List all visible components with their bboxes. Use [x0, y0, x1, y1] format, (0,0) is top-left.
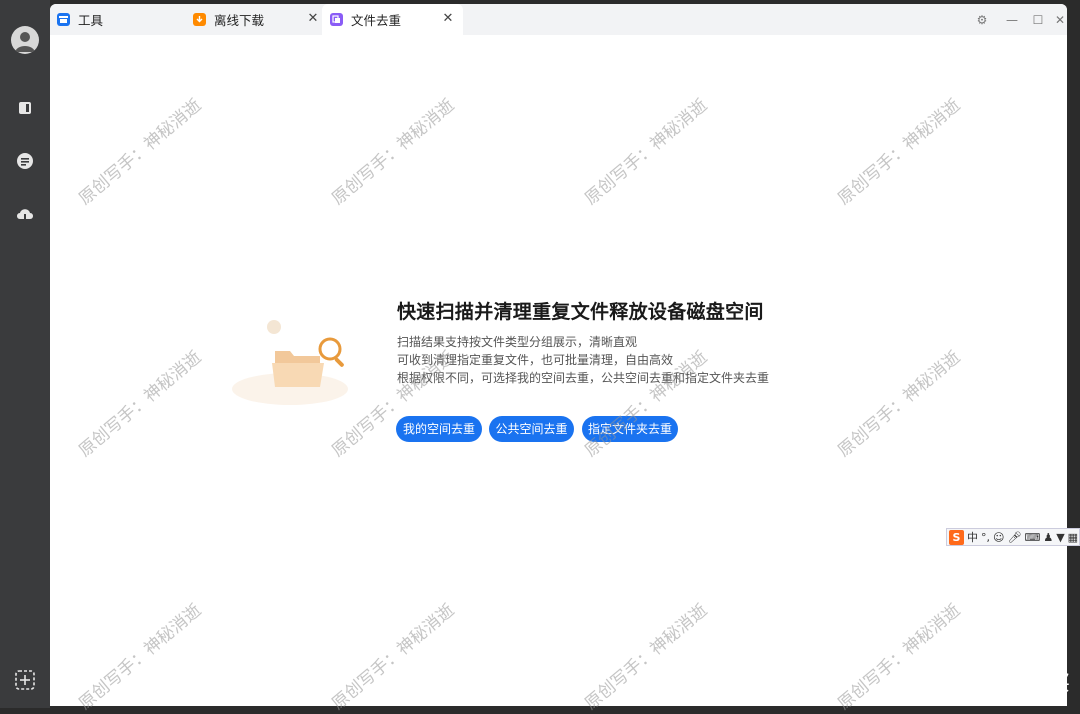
minimize-button[interactable]: — [1004, 12, 1020, 28]
close-window-button[interactable]: ✕ [1052, 12, 1067, 28]
cloud-icon [17, 209, 33, 221]
logo-mark-icon: 值 [933, 669, 959, 695]
tab-tools[interactable]: 工具 [50, 4, 192, 35]
tab-label: 文件去重 [351, 13, 402, 28]
description-line: 扫描结果支持按文件类型分组展示，清晰直观 [397, 335, 638, 349]
sidebar-item-files[interactable] [13, 96, 37, 120]
app-window: 工具 离线下载 ✕ 文件去重 ✕ ⚙ — ☐ ✕ 快速扫描并清理重复文件释放设备… [50, 4, 1067, 706]
emoji-icon[interactable]: ☺ [993, 531, 1004, 544]
sidebar [0, 0, 50, 708]
maximize-button[interactable]: ☐ [1030, 12, 1046, 28]
description-line: 根据权限不同，可选择我的空间去重，公共空间去重和指定文件夹去重 [397, 371, 770, 385]
settings-icon[interactable]: ⚙ [974, 12, 990, 28]
sogou-logo-icon: S [949, 529, 964, 545]
ime-toolbar[interactable]: S 中 °, ☺ 🎤︎ ⌨ ♟ ▼ ▦ [946, 528, 1080, 546]
store-icon [57, 13, 70, 26]
site-logo: 值 什么值得买 [933, 667, 1070, 697]
user-icon [15, 32, 35, 52]
description-line: 可收到清理指定重复文件，也可批量清理，自由高效 [397, 353, 674, 367]
public-space-dedupe-button[interactable]: 公共空间去重 [489, 416, 574, 442]
sidebar-item-cloud[interactable] [13, 202, 37, 226]
punctuation-icon[interactable]: °, [981, 531, 990, 544]
tab-bar: 工具 离线下载 ✕ 文件去重 ✕ ⚙ — ☐ ✕ [50, 4, 1067, 35]
folder-search-illustration [228, 307, 358, 417]
dedupe-icon [330, 13, 343, 26]
folder-dedupe-button[interactable]: 指定文件夹去重 [582, 416, 678, 442]
keyboard-icon[interactable]: ⌨ [1024, 531, 1040, 544]
shirt-icon[interactable]: ▼ [1056, 531, 1064, 544]
close-icon[interactable]: ✕ [306, 12, 320, 26]
my-space-dedupe-button[interactable]: 我的空间去重 [396, 416, 482, 442]
close-icon[interactable]: ✕ [441, 12, 455, 26]
download-icon [193, 13, 206, 26]
page-title: 快速扫描并清理重复文件释放设备磁盘空间 [397, 301, 764, 323]
add-button[interactable] [13, 668, 37, 692]
tab-label: 离线下载 [214, 13, 265, 28]
grid-icon[interactable]: ▦ [1068, 531, 1078, 544]
sidebar-item-messages[interactable] [13, 149, 37, 173]
logo-text: 什么值得买 [965, 671, 1070, 695]
microphone-icon[interactable]: 🎤︎ [1007, 531, 1021, 544]
tab-label: 工具 [78, 13, 104, 28]
tab-file-dedupe[interactable]: 文件去重 ✕ [322, 4, 463, 35]
chat-icon [17, 153, 33, 169]
main-content: 快速扫描并清理重复文件释放设备磁盘空间 扫描结果支持按文件类型分组展示，清晰直观… [50, 35, 1067, 706]
avatar[interactable] [11, 26, 39, 54]
tab-offline-download[interactable]: 离线下载 ✕ [186, 4, 328, 35]
skin-icon[interactable]: ♟ [1043, 531, 1053, 544]
book-icon [19, 102, 31, 114]
ime-language[interactable]: 中 [967, 529, 978, 545]
plus-square-icon [15, 670, 35, 690]
